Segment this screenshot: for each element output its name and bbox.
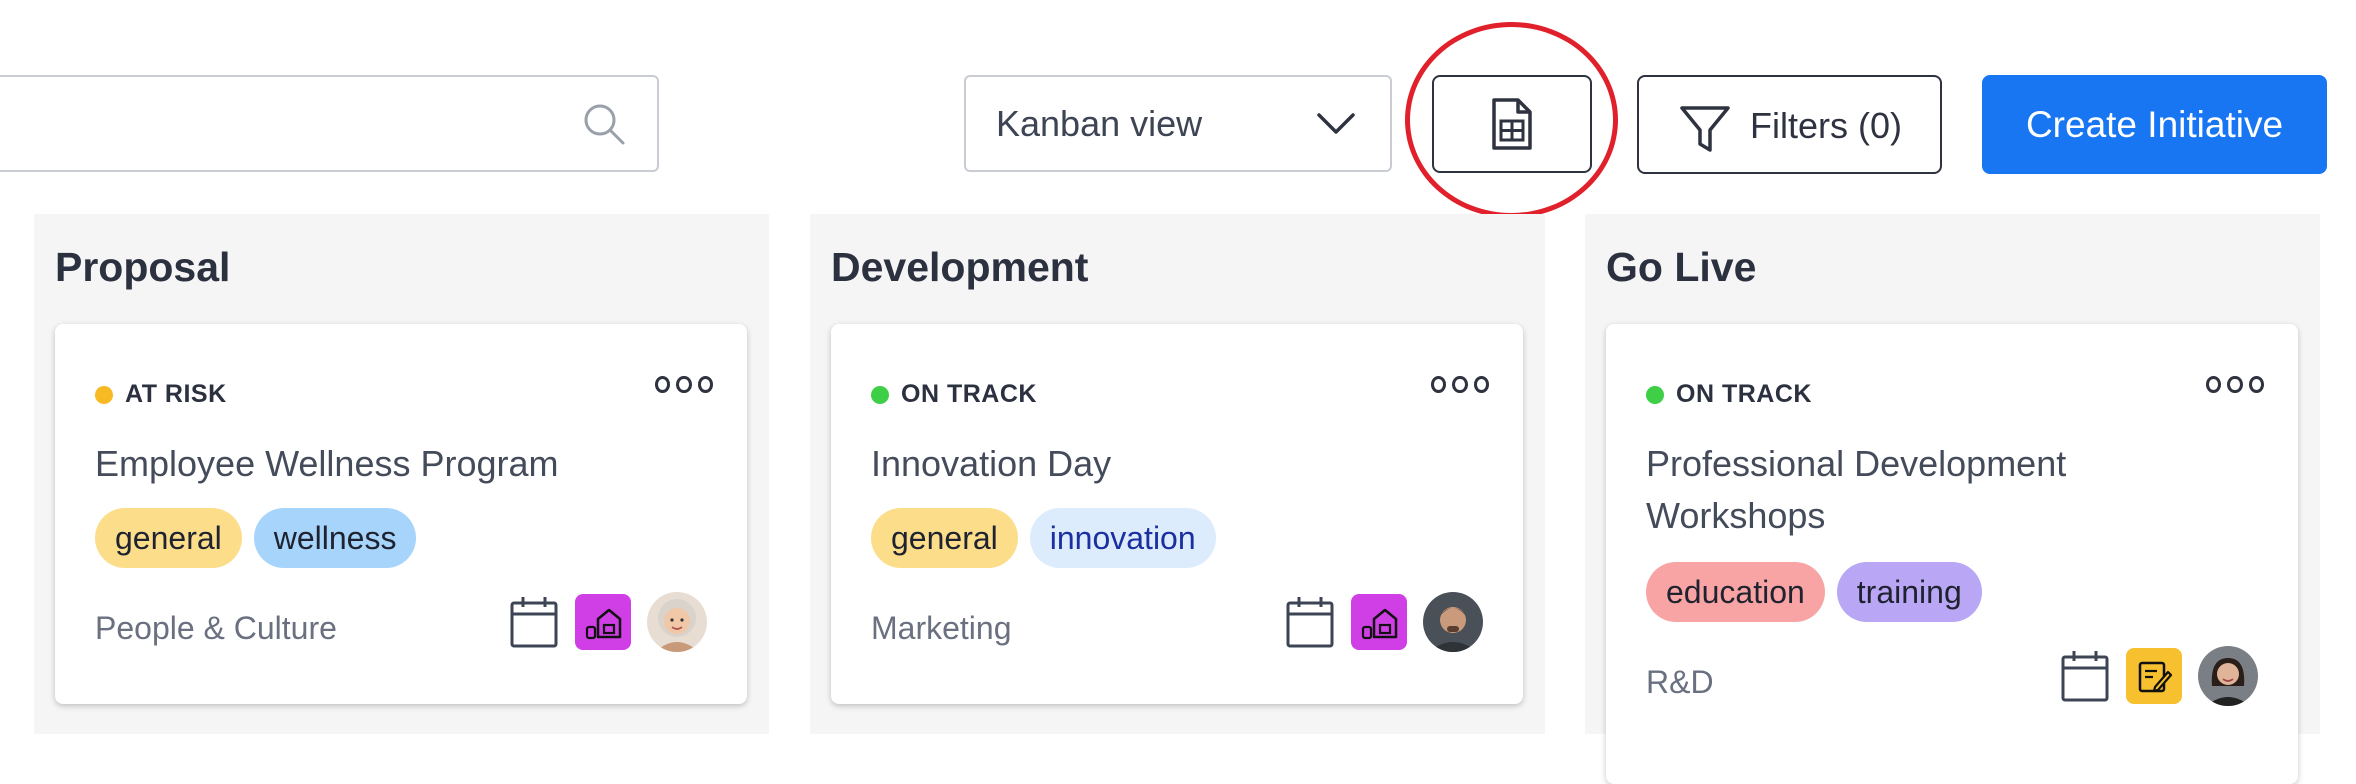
kanban-column-development: Development ON TRACK Innovation Day gene…: [810, 214, 1545, 734]
column-title: Development: [831, 244, 1089, 290]
status-dot: [871, 385, 889, 404]
export-spreadsheet-button[interactable]: [1432, 75, 1592, 173]
card-icons: [509, 592, 707, 652]
view-select[interactable]: Kanban view: [964, 75, 1392, 172]
status-label: AT RISK: [125, 380, 227, 408]
status-indicator: ON TRACK: [1646, 380, 1812, 409]
more-options-icon[interactable]: [1431, 372, 1489, 396]
home-office-icon: [1351, 594, 1407, 650]
tag-list: general wellness: [95, 508, 417, 568]
chevron-down-icon: [1317, 113, 1355, 134]
card-title[interactable]: Innovation Day: [871, 438, 1471, 490]
status-indicator: AT RISK: [95, 380, 227, 409]
team-label: R&D: [1646, 664, 1714, 700]
tag[interactable]: education: [1646, 562, 1825, 622]
initiative-card[interactable]: ON TRACK Professional Development Worksh…: [1606, 324, 2298, 784]
kanban-column-proposal: Proposal AT RISK Employee Wellness Progr…: [34, 214, 769, 734]
team-label: Marketing: [871, 610, 1012, 646]
search-icon[interactable]: [581, 101, 627, 147]
home-office-icon: [575, 594, 631, 650]
card-icons: [1285, 592, 1483, 652]
create-initiative-button[interactable]: Create Initiative: [1982, 75, 2327, 174]
search-input[interactable]: [22, 95, 546, 153]
status-dot: [1646, 385, 1664, 404]
initiative-card[interactable]: AT RISK Employee Wellness Program genera…: [55, 324, 747, 704]
calendar-icon[interactable]: [1285, 595, 1335, 649]
tag-list: education training: [1646, 562, 1982, 622]
column-title: Go Live: [1606, 244, 1757, 290]
man-dark-hair-avatar[interactable]: [1423, 592, 1483, 652]
status-label: ON TRACK: [1676, 380, 1812, 408]
card-icons: [2060, 646, 2258, 706]
kanban-column-go-live: Go Live ON TRACK Professional Developmen…: [1585, 214, 2320, 784]
woman-gray-hair-avatar[interactable]: [647, 592, 707, 652]
tag[interactable]: general: [871, 508, 1018, 568]
initiative-card[interactable]: ON TRACK Innovation Day general innovati…: [831, 324, 1523, 704]
woman-dark-hair-avatar[interactable]: [2198, 646, 2258, 706]
tag[interactable]: innovation: [1029, 508, 1216, 568]
team-label: People & Culture: [95, 610, 337, 646]
status-label: ON TRACK: [901, 380, 1037, 408]
column-title: Proposal: [55, 244, 231, 290]
more-options-icon[interactable]: [655, 372, 713, 396]
status-indicator: ON TRACK: [871, 380, 1037, 409]
tag[interactable]: general: [95, 508, 242, 568]
filters-button[interactable]: Filters (0): [1637, 75, 1942, 174]
tag[interactable]: training: [1836, 562, 1982, 622]
filters-label: Filters (0): [1750, 105, 1902, 146]
tag[interactable]: wellness: [253, 508, 417, 568]
search-box[interactable]: [0, 75, 659, 172]
calendar-icon[interactable]: [509, 595, 559, 649]
status-dot: [95, 385, 113, 404]
card-title[interactable]: Employee Wellness Program: [95, 438, 695, 490]
view-select-value: Kanban view: [996, 102, 1203, 144]
calendar-icon[interactable]: [2060, 649, 2110, 703]
more-options-icon[interactable]: [2206, 372, 2264, 396]
spreadsheet-file-icon: [1492, 98, 1532, 150]
card-title[interactable]: Professional Development Workshops: [1646, 438, 2246, 542]
edit-note-icon: [2126, 648, 2182, 704]
filter-funnel-icon: [1680, 106, 1730, 152]
tag-list: general innovation: [871, 508, 1216, 568]
